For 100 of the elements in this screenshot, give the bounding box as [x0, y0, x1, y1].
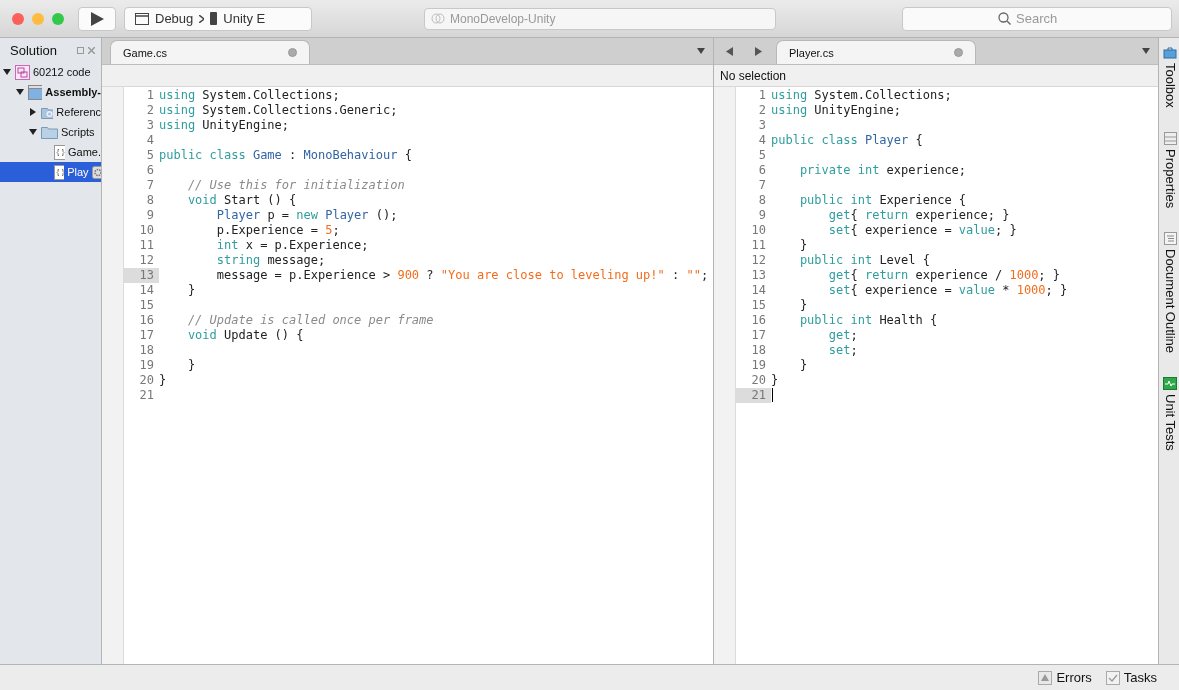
- code-line: set{ experience = value; }: [827, 223, 1017, 238]
- close-dot-icon[interactable]: [954, 48, 963, 57]
- line-number: 20: [138, 373, 155, 388]
- close-dot-icon[interactable]: [288, 48, 297, 57]
- line-number: 8: [145, 193, 155, 208]
- line-number: 4: [145, 133, 155, 148]
- collapsed-triangle-icon[interactable]: [29, 108, 37, 116]
- tree-item-label: Assembly-: [45, 86, 101, 98]
- warning-icon: [1038, 670, 1053, 685]
- back-arrow-icon[interactable]: [726, 47, 733, 56]
- window-title: MonoDevelop-Unity: [450, 11, 556, 26]
- line-number: 10: [750, 223, 767, 238]
- close-window-button[interactable]: [12, 12, 24, 25]
- tree-item[interactable]: Referenc: [0, 102, 101, 122]
- line-number: 6: [145, 163, 155, 178]
- line-number: 16: [138, 313, 155, 328]
- line-number: 15: [138, 298, 155, 313]
- code-line: using System.Collections.Generic;: [159, 103, 398, 118]
- window-icon: [135, 12, 149, 25]
- code-line: }: [159, 373, 167, 388]
- side-pad-tab[interactable]: Properties: [1162, 131, 1178, 209]
- line-number: 18: [138, 343, 155, 358]
- line-number: 13: [750, 268, 767, 283]
- tree-item[interactable]: Assembly-: [0, 82, 101, 102]
- code-line: get{ return experience / 1000; }: [827, 268, 1061, 283]
- line-number: 16: [750, 313, 767, 328]
- play-icon: [90, 11, 104, 26]
- device-icon: [210, 12, 218, 25]
- code-line: public int Experience {: [798, 193, 967, 208]
- code-line: }: [798, 298, 808, 313]
- run-button[interactable]: [78, 6, 116, 31]
- tree-item-label: Referenc: [56, 106, 101, 118]
- code-line: string message;: [215, 253, 326, 268]
- line-number: 4: [757, 133, 767, 148]
- code-line: get;: [827, 328, 858, 343]
- dropdown-caret-icon[interactable]: [1142, 48, 1150, 54]
- search-input[interactable]: Search: [1016, 11, 1076, 26]
- search-field[interactable]: Search: [902, 6, 1172, 31]
- search-icon: [998, 12, 1011, 25]
- line-number: 12: [138, 253, 155, 268]
- dropdown-caret-icon[interactable]: [697, 48, 705, 54]
- solution-icon: [15, 64, 30, 80]
- status-pad-button[interactable]: Tasks: [1105, 670, 1157, 685]
- side-pad-tab[interactable]: Toolbox: [1162, 46, 1178, 108]
- forward-arrow-icon[interactable]: [755, 47, 762, 56]
- status-pad-button[interactable]: Errors: [1038, 670, 1092, 685]
- code-line: public class Player {: [771, 133, 923, 148]
- close-icon[interactable]: [88, 46, 95, 54]
- code-line: using UnityEngine;: [159, 118, 290, 133]
- expanded-triangle-icon[interactable]: [3, 68, 11, 76]
- line-number: 21: [138, 388, 155, 403]
- line-number: 5: [145, 148, 155, 163]
- line-number: 17: [138, 328, 155, 343]
- tree-item[interactable]: 60212 code: [0, 62, 101, 82]
- configuration-selector[interactable]: Debug Unity E: [124, 6, 312, 31]
- tab-label: Game.cs: [123, 46, 167, 59]
- code-file-icon: [54, 144, 65, 160]
- file-tab[interactable]: Game.cs: [110, 40, 310, 64]
- line-number: 3: [757, 118, 767, 133]
- tree-item-label: Play: [67, 166, 89, 178]
- expanded-triangle-icon[interactable]: [16, 88, 24, 96]
- line-number: 19: [750, 358, 767, 373]
- tree-item[interactable]: Play: [0, 162, 101, 182]
- tree-item[interactable]: Game.: [0, 142, 101, 162]
- line-number: 15: [750, 298, 767, 313]
- line-number: 3: [145, 118, 155, 133]
- line-number: 2: [757, 103, 767, 118]
- configuration-label: Debug: [155, 11, 194, 26]
- line-number: 1: [757, 88, 767, 103]
- code-line: int x = p.Experience;: [215, 238, 369, 253]
- project-icon: [28, 84, 43, 100]
- folder-icon: [41, 125, 58, 139]
- line-number: 6: [757, 163, 767, 178]
- tree-item[interactable]: Scripts: [0, 122, 101, 142]
- chevron-icon: [199, 14, 205, 23]
- code-line: private int experience;: [798, 163, 967, 178]
- code-line: }: [186, 358, 196, 373]
- line-number: 8: [757, 193, 767, 208]
- code-line: public int Health {: [798, 313, 938, 328]
- checkbox-icon: [1105, 670, 1120, 685]
- file-tab[interactable]: Player.cs: [776, 40, 976, 64]
- line-number: 7: [145, 178, 155, 193]
- line-number: 2: [145, 103, 155, 118]
- code-line: get{ return experience; }: [827, 208, 1010, 223]
- code-line: using System.Collections;: [159, 88, 340, 103]
- logo-icon: [431, 13, 445, 24]
- side-pad-tab[interactable]: Unit Tests: [1162, 377, 1178, 451]
- line-number: 20: [750, 373, 767, 388]
- line-number: 18: [750, 343, 767, 358]
- line-number: 19: [138, 358, 155, 373]
- line-number: 14: [138, 283, 155, 298]
- expanded-triangle-icon[interactable]: [29, 128, 37, 136]
- dock-icon[interactable]: [77, 46, 84, 54]
- line-number: 14: [750, 283, 767, 298]
- line-number: 9: [145, 208, 155, 223]
- side-pad-label: Toolbox: [1162, 63, 1178, 108]
- text-caret: [772, 388, 773, 402]
- line-number: 11: [138, 238, 155, 253]
- side-pad-label: Unit Tests: [1162, 394, 1178, 451]
- code-line: set;: [827, 343, 858, 358]
